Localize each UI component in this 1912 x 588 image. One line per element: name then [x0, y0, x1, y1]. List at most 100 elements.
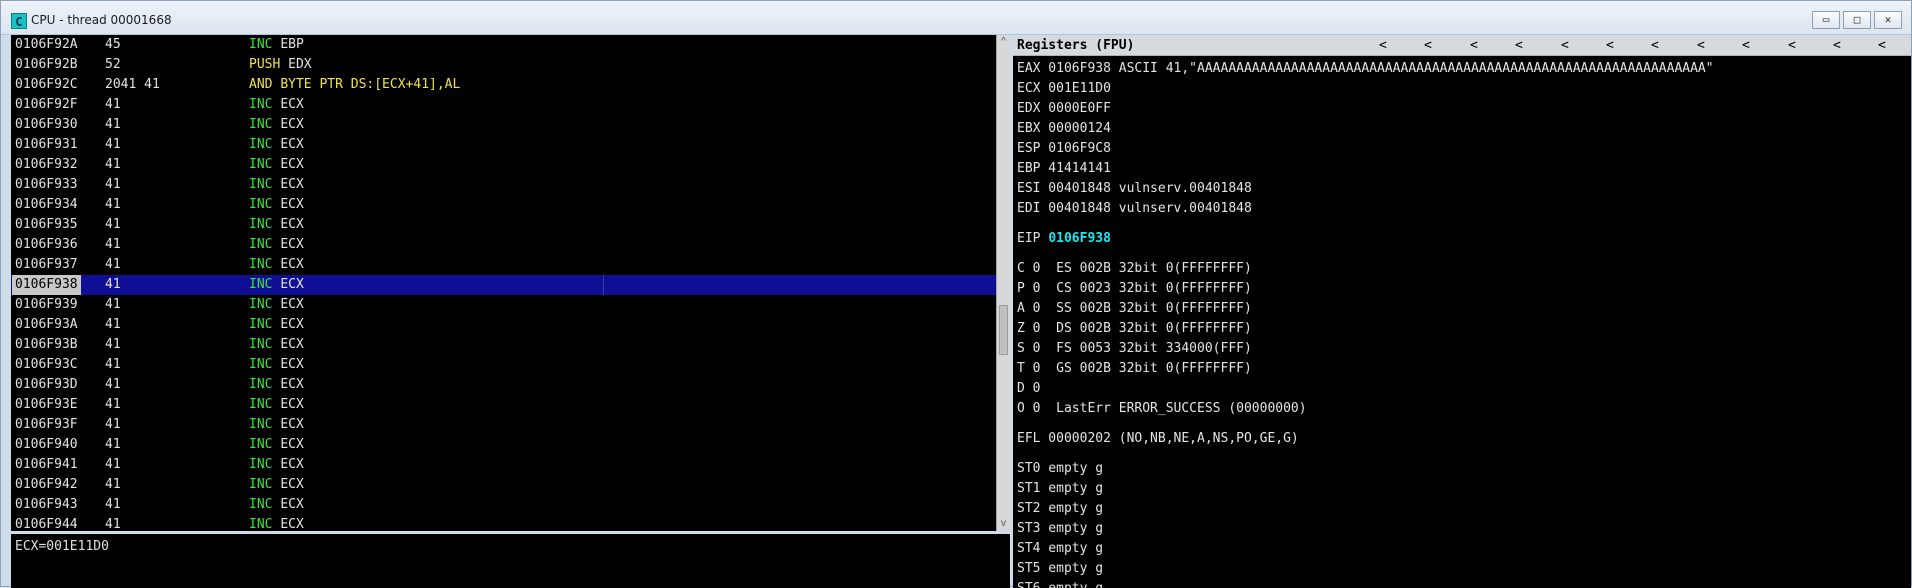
disasm-row[interactable]: 0106F932 41 INC ECX [11, 155, 996, 175]
chevron-left-icon[interactable]: < [1697, 38, 1705, 53]
register-line[interactable]: D 0 [1017, 379, 1040, 399]
maximize-button[interactable]: □ [1843, 11, 1871, 29]
disasm-row[interactable]: 0106F931 41 INC ECX [11, 135, 996, 155]
app-c-icon[interactable]: C [11, 13, 27, 29]
disasm-row[interactable]: 0106F93E 41 INC ECX [11, 395, 996, 415]
disasm-instruction: INC ECX [249, 395, 304, 415]
disasm-row[interactable]: 0106F92C 2041 41 AND BYTE PTR DS:[ECX+41],… [11, 75, 996, 95]
chevron-left-icon[interactable]: < [1833, 38, 1841, 53]
register-line[interactable]: ESI 00401848 vulnserv.00401848 [1017, 179, 1252, 199]
scrollbar-thumb[interactable] [999, 305, 1008, 355]
disasm-row[interactable]: 0106F933 41 INC ECX [11, 175, 996, 195]
disasm-hex-bytes: 41 [105, 517, 121, 531]
register-line[interactable]: S 0 FS 0053 32bit 334000(FFF) [1017, 339, 1252, 359]
register-line[interactable]: C 0 ES 002B 32bit 0(FFFFFFFF) [1017, 259, 1252, 279]
register-text: S 0 FS 0053 32bit 334000(FFF) [1017, 341, 1252, 356]
chevron-left-icon[interactable]: < [1878, 38, 1886, 53]
info-pane[interactable]: ECX=001E11D0 [11, 534, 1010, 588]
disasm-operands: ECX [280, 217, 304, 232]
disasm-address: 0106F93D [15, 377, 78, 392]
chevron-left-icon[interactable]: < [1742, 38, 1750, 53]
disasm-operands: ECX [280, 517, 304, 531]
chevron-left-icon[interactable]: < [1561, 38, 1569, 53]
minimize-button[interactable]: ▭ [1812, 11, 1840, 29]
register-line[interactable]: ESP 0106F9C8 [1017, 139, 1111, 159]
scroll-up-arrow-icon[interactable]: ^ [997, 35, 1010, 49]
disasm-row[interactable]: 0106F940 41 INC ECX [11, 435, 996, 455]
disasm-row[interactable]: 0106F936 41 INC ECX [11, 235, 996, 255]
disasm-address: 0106F93F [15, 417, 78, 432]
disasm-opcode: INC [249, 437, 273, 452]
chevron-left-icon[interactable]: < [1379, 38, 1387, 53]
register-text: T 0 GS 002B 32bit 0(FFFFFFFF) [1017, 361, 1252, 376]
disasm-operands: ECX [280, 437, 304, 452]
chevron-left-icon[interactable]: < [1651, 38, 1659, 53]
disasm-hex-bytes: 41 [105, 477, 121, 492]
register-line[interactable]: ST2 empty g [1017, 499, 1103, 519]
disasm-row[interactable]: 0106F941 41 INC ECX [11, 455, 996, 475]
disasm-row[interactable]: 0106F942 41 INC ECX [11, 475, 996, 495]
register-line[interactable]: EDI 00401848 vulnserv.00401848 [1017, 199, 1252, 219]
disasm-row[interactable]: 0106F935 41 INC ECX [11, 215, 996, 235]
disasm-operands: ECX [280, 137, 304, 152]
register-line[interactable]: ST1 empty g [1017, 479, 1103, 499]
scroll-down-arrow-icon[interactable]: v [997, 517, 1010, 531]
register-text: P 0 CS 0023 32bit 0(FFFFFFFF) [1017, 281, 1252, 296]
register-line[interactable]: O 0 LastErr ERROR_SUCCESS (00000000) [1017, 399, 1307, 419]
disasm-row[interactable]: 0106F92A 45 INC EBP [11, 35, 996, 55]
close-button[interactable]: ✕ [1874, 11, 1902, 29]
chevron-left-icon[interactable]: < [1788, 38, 1796, 53]
disasm-hex-bytes: 41 [105, 157, 121, 172]
disasm-row[interactable]: 0106F92B 52 PUSH EDX [11, 55, 996, 75]
register-line[interactable]: Z 0 DS 002B 32bit 0(FFFFFFFF) [1017, 319, 1252, 339]
disasm-row[interactable]: 0106F93C 41 INC ECX [11, 355, 996, 375]
disasm-row[interactable]: 0106F93B 41 INC ECX [11, 335, 996, 355]
registers-title: Registers (FPU) [1017, 38, 1135, 53]
disasm-opcode: INC [249, 217, 273, 232]
disasm-address: 0106F93A [15, 317, 78, 332]
registers-header[interactable]: Registers (FPU) < < < < < < < < < < < < [1013, 35, 1911, 56]
disasm-opcode: INC [249, 477, 273, 492]
register-line[interactable]: EFL 00000202 (NO,NB,NE,A,NS,PO,GE,G) [1017, 429, 1299, 449]
disasm-row[interactable]: 0106F934 41 INC ECX [11, 195, 996, 215]
disassembly-scrollbar[interactable]: ^ v [996, 35, 1010, 531]
disasm-row[interactable]: 0106F939 41 INC ECX [11, 295, 996, 315]
disasm-instruction: INC ECX [249, 115, 304, 135]
disasm-row[interactable]: 0106F92F 41 INC ECX [11, 95, 996, 115]
chevron-left-icon[interactable]: < [1606, 38, 1614, 53]
disasm-address: 0106F940 [15, 437, 78, 452]
chevron-left-icon[interactable]: < [1515, 38, 1523, 53]
title-bar[interactable]: C CPU - thread 00001668 ▭ □ ✕ [1, 1, 1911, 35]
chevron-left-icon[interactable]: < [1424, 38, 1432, 53]
disassembly-pane[interactable]: 0106F92A 45 INC EBP 0106F92B 52 PUSH EDX 0106F… [11, 35, 996, 531]
register-line[interactable]: ECX 001E11D0 [1017, 79, 1111, 99]
disasm-row[interactable]: 0106F93D 41 INC ECX [11, 375, 996, 395]
disasm-row[interactable]: 0106F943 41 INC ECX [11, 495, 996, 515]
register-line[interactable]: EBX 00000124 [1017, 119, 1111, 139]
disasm-row[interactable]: 0106F937 41 INC ECX [11, 255, 996, 275]
register-text: EIP [1017, 231, 1049, 246]
disasm-row[interactable]: 0106F944 41 INC ECX [11, 515, 996, 531]
disasm-row[interactable]: 0106F930 41 INC ECX [11, 115, 996, 135]
registers-pane[interactable]: Registers (FPU) < < < < < < < < < < < < EAX 0106F93… [1013, 35, 1911, 588]
register-line[interactable]: A 0 SS 002B 32bit 0(FFFFFFFF) [1017, 299, 1252, 319]
chevron-left-icon[interactable]: < [1470, 38, 1478, 53]
register-line[interactable]: EBP 41414141 [1017, 159, 1111, 179]
register-line[interactable]: T 0 GS 002B 32bit 0(FFFFFFFF) [1017, 359, 1252, 379]
disasm-operands: ECX [280, 237, 304, 252]
disasm-instruction: INC ECX [249, 95, 304, 115]
disasm-operands: ECX [280, 117, 304, 132]
register-line[interactable]: ST3 empty g [1017, 519, 1103, 539]
register-line[interactable]: EDX 0000E0FF [1017, 99, 1111, 119]
register-line[interactable]: ST4 empty g [1017, 539, 1103, 559]
register-line[interactable]: ST5 empty g [1017, 559, 1103, 579]
register-line[interactable]: EIP 0106F938 [1017, 229, 1111, 249]
register-line[interactable]: P 0 CS 0023 32bit 0(FFFFFFFF) [1017, 279, 1252, 299]
disasm-row[interactable]: 0106F93A 41 INC ECX [11, 315, 996, 335]
disasm-operands: ECX [280, 297, 304, 312]
disasm-row[interactable]: 0106F93F 41 INC ECX [11, 415, 996, 435]
disasm-row-selected[interactable]: 0106F938 41 INC ECX [11, 275, 996, 295]
register-line[interactable]: EAX 0106F938 ASCII 41,"AAAAAAAAAAAAAAAAA… [1017, 59, 1714, 79]
register-line[interactable]: ST0 empty g [1017, 459, 1103, 479]
register-text: EAX 0106F938 ASCII 41,"AAAAAAAAAAAAAAAAA… [1017, 61, 1714, 76]
